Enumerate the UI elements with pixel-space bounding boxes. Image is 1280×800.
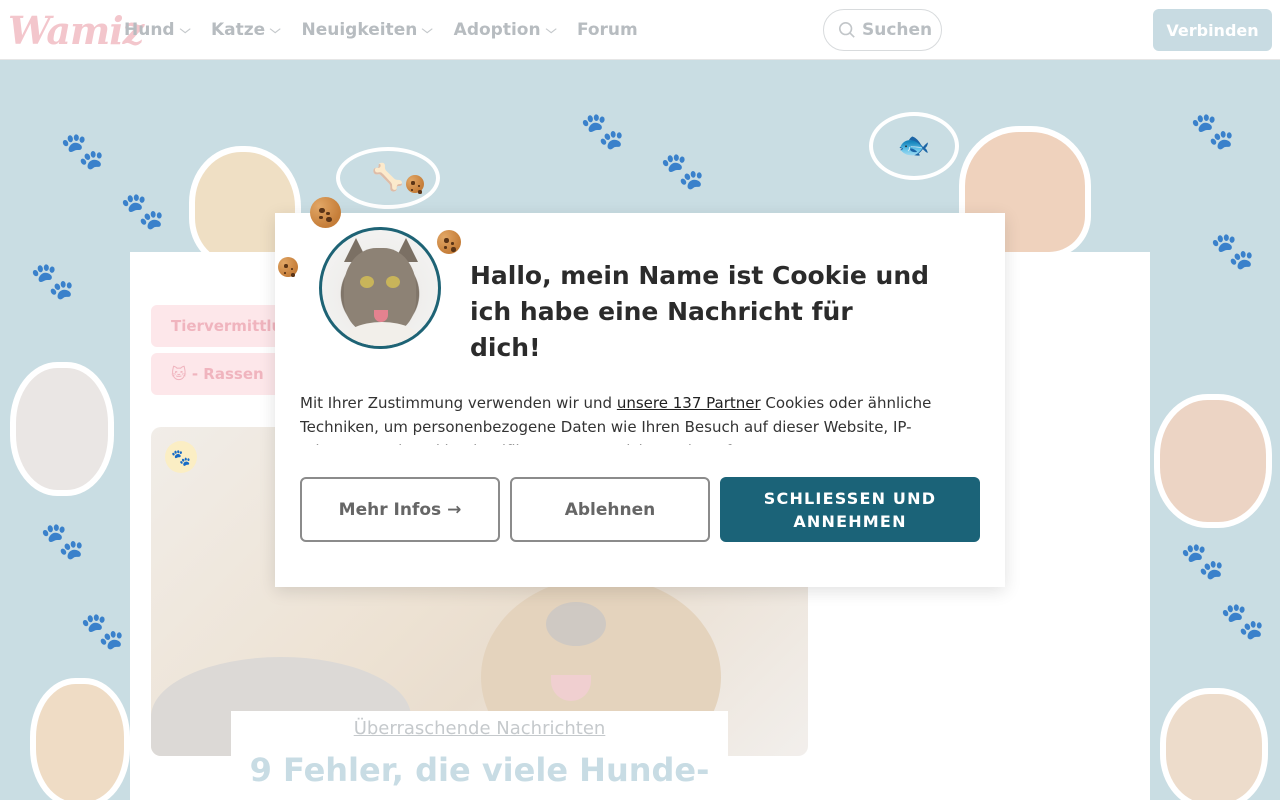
paw-icon: 🐾 xyxy=(1190,111,1235,152)
cookie-dialog-text: Mit Ihrer Zustimmung verwenden wir und u… xyxy=(300,391,940,445)
category-pill-breeds[interactable]: 🐱 - Rassen xyxy=(151,353,291,395)
cat-sticker-image xyxy=(1166,694,1262,800)
more-info-label: Mehr Infos → xyxy=(338,499,462,520)
more-info-button[interactable]: Mehr Infos → xyxy=(300,477,500,542)
article-category-link[interactable]: Überraschende Nachrichten xyxy=(231,718,728,739)
cat-eye xyxy=(360,276,374,288)
cat-eye xyxy=(386,276,400,288)
paw-badge-icon: 🐾 xyxy=(165,441,197,473)
article-title[interactable]: 9 Fehler, die viele Hunde- und Katzenhal… xyxy=(231,748,728,800)
cookie-icon xyxy=(310,197,341,228)
dog-sticker-image xyxy=(36,684,124,800)
fish-bubble-icon: 🐟 xyxy=(869,112,959,180)
consent-text-start: Mit Ihrer Zustimmung verwenden wir und xyxy=(300,394,617,412)
dog-nose xyxy=(546,602,606,646)
paw-icon: 🐾 xyxy=(40,521,85,562)
cat-sticker-image xyxy=(16,368,108,490)
cookie-icon xyxy=(406,175,424,193)
paw-icon: 🐾 xyxy=(1210,231,1255,272)
paw-icon: 🐾 xyxy=(660,151,705,192)
paw-icon: 🐾 xyxy=(30,261,75,302)
decline-label: Ablehnen xyxy=(564,499,656,520)
bone-bubble-icon: 🦴 xyxy=(336,147,440,209)
paw-icon: 🐾 xyxy=(60,131,105,172)
dog-sticker-image xyxy=(1160,400,1266,522)
cookie-icon xyxy=(278,257,298,277)
paw-icon: 🐾 xyxy=(1180,541,1225,582)
partners-link[interactable]: unsere 137 Partner xyxy=(617,394,761,412)
paw-icon: 🐾 xyxy=(120,191,165,232)
accept-close-button[interactable]: SCHLIESSEN UND ANNEHMEN xyxy=(720,477,980,542)
accept-label: SCHLIESSEN UND ANNEHMEN xyxy=(763,488,937,531)
pill-label: Tiervermittlu xyxy=(171,317,283,335)
cookie-dialog-title: Hallo, mein Name ist Cookie und ich habe… xyxy=(470,261,930,362)
cat-avatar-image xyxy=(319,227,441,349)
paw-icon: 🐾 xyxy=(580,111,625,152)
pill-label: 🐱 - Rassen xyxy=(171,365,264,383)
cookie-icon xyxy=(437,230,461,254)
decline-button[interactable]: Ablehnen xyxy=(510,477,710,542)
category-pill-adoption[interactable]: Tiervermittlu xyxy=(151,305,291,347)
paw-icon: 🐾 xyxy=(1220,601,1265,642)
paw-icon: 🐾 xyxy=(80,611,125,652)
